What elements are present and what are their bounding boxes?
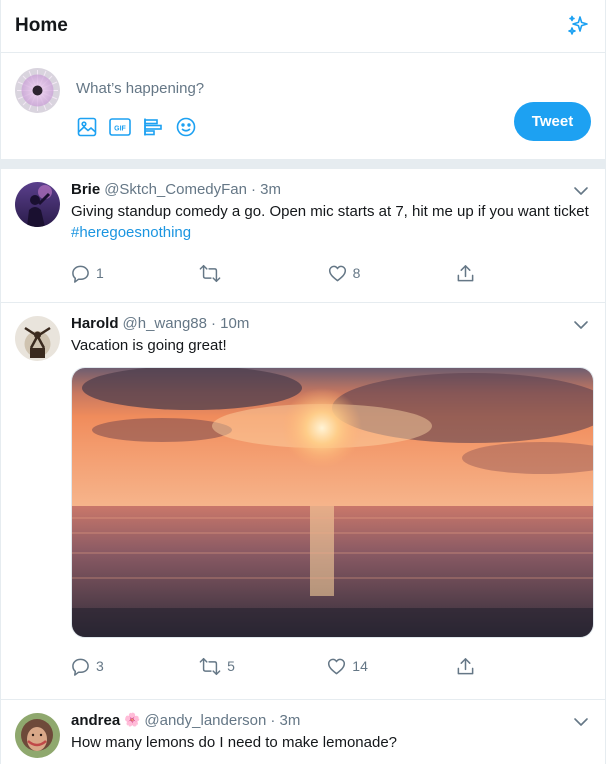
emoji-icon[interactable] (175, 116, 197, 138)
section-divider (1, 159, 605, 169)
like-count: 8 (352, 265, 361, 281)
tweet[interactable]: Brie @Sktch_ComedyFan · 3m Giving standu… (1, 169, 605, 303)
gif-label: GIF (114, 125, 126, 132)
avatar[interactable] (15, 316, 60, 361)
tweet-button[interactable]: Tweet (514, 102, 591, 141)
reply-icon (72, 658, 89, 676)
handle[interactable]: @andy_landerson (144, 712, 266, 729)
hashtag-link[interactable]: #heregoesnothing (71, 224, 191, 241)
handle[interactable]: @Sktch_ComedyFan (104, 181, 247, 198)
avatar[interactable] (15, 182, 60, 227)
tweet-text: How many lemons do I need to make lemona… (71, 734, 398, 751)
chevron-down-icon[interactable] (571, 315, 591, 335)
reply-button[interactable]: 1 (71, 264, 111, 283)
heart-icon (328, 265, 346, 281)
retweet-icon (199, 657, 221, 675)
share-button[interactable] (456, 264, 496, 283)
tweet-body-text: Giving standup comedy a go. Open mic sta… (71, 203, 589, 220)
retweet-button[interactable] (199, 264, 239, 283)
share-icon (457, 657, 474, 674)
timeline: Home What’s happening? GIF Tweet Brie @S… (0, 0, 606, 764)
reply-button[interactable]: 3 (71, 657, 111, 676)
display-name[interactable]: Brie (71, 181, 100, 198)
reply-icon (72, 265, 89, 283)
timestamp[interactable]: · 10m (211, 315, 249, 332)
tweet[interactable]: Harold @h_wang88 · 10m Vacation is going… (1, 303, 605, 700)
tweet-text: Giving standup comedy a go. Open mic sta… (71, 201, 591, 243)
retweet-count: 5 (227, 658, 235, 674)
heart-icon (328, 658, 346, 674)
tweet-text: Vacation is going great! (71, 337, 227, 354)
handle[interactable]: @h_wang88 (123, 315, 207, 332)
display-name[interactable]: andrea (71, 712, 120, 729)
share-button[interactable] (456, 657, 496, 676)
chevron-down-icon[interactable] (571, 712, 591, 732)
reply-count: 1 (96, 265, 104, 281)
poll-icon[interactable] (142, 116, 164, 138)
compose-input[interactable] (76, 80, 496, 97)
display-name[interactable]: Harold (71, 315, 119, 332)
chevron-down-icon[interactable] (571, 181, 591, 201)
retweet-button[interactable]: 5 (199, 657, 239, 676)
share-icon (457, 264, 474, 281)
image-icon[interactable] (76, 116, 98, 138)
like-button[interactable]: 14 (327, 657, 368, 676)
tweet-actions: 1 8 (71, 249, 496, 297)
avatar[interactable] (15, 713, 60, 758)
timestamp[interactable]: · 3m (251, 181, 281, 198)
reply-count: 3 (96, 658, 104, 674)
timestamp[interactable]: · 3m (270, 712, 300, 729)
page-title: Home (15, 15, 68, 36)
compose-box: GIF (1, 53, 605, 159)
header: Home (1, 0, 605, 53)
retweet-icon (199, 264, 221, 282)
like-count: 14 (352, 658, 368, 674)
like-button[interactable]: 8 (328, 264, 368, 283)
sunset-photo[interactable] (71, 367, 594, 638)
tweet-actions: 3 5 14 (71, 642, 496, 690)
gif-icon[interactable]: GIF (109, 116, 131, 138)
avatar[interactable] (15, 68, 60, 113)
sparkle-icon[interactable] (565, 13, 591, 39)
tweet[interactable]: andrea 🌸 @andy_landerson · 3m How many l… (1, 700, 605, 764)
flower-emoji: 🌸 (124, 712, 141, 727)
